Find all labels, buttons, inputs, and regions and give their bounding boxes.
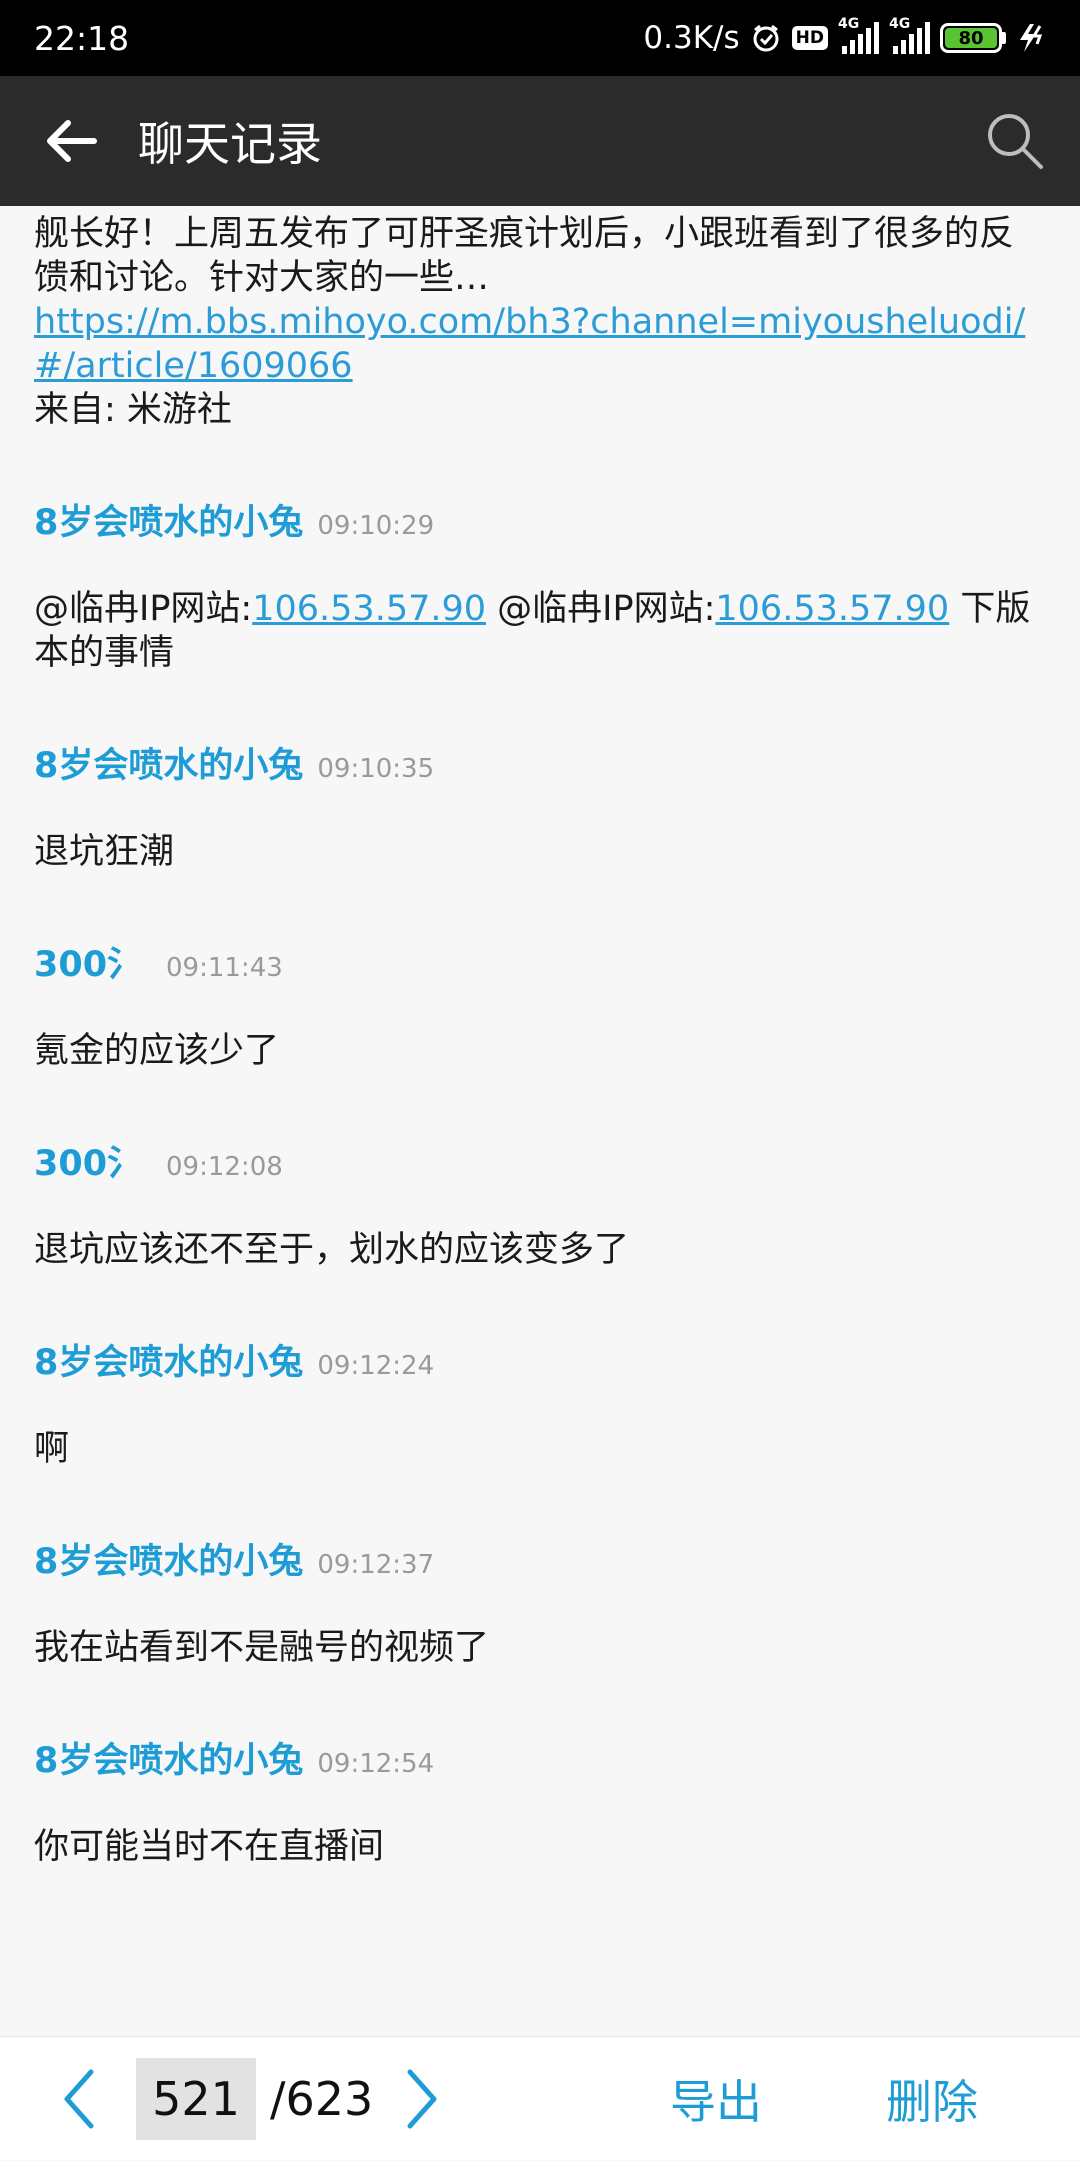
message-time: 09:12:08 <box>166 1152 283 1182</box>
message-item: 8岁会喷水的小兔 09:12:37 我在站看到不是融号的视频了 <box>34 1533 1046 1670</box>
message-text: 退坑狂潮 <box>34 832 175 872</box>
message-time: 09:12:37 <box>317 1550 435 1580</box>
sender-name[interactable]: 8岁会喷水的小兔 <box>34 1732 303 1783</box>
message-text: 我在站看到不是融号的视频了 <box>34 1628 490 1668</box>
next-page-button[interactable] <box>379 2037 465 2161</box>
delete-button[interactable]: 删除 <box>886 2066 978 2132</box>
sender-name[interactable]: 8岁会喷水的小兔 <box>34 1334 303 1385</box>
hd-badge: HD <box>791 26 828 50</box>
message-text: 舰长好！上周五发布了可肝圣痕计划后，小跟班看到了很多的反馈和讨论。针对大家的一些… <box>34 214 1015 298</box>
sender-name[interactable]: 8岁会喷水的小兔 <box>34 1533 303 1584</box>
page-total: /623 <box>270 2071 374 2126</box>
sender-name[interactable]: 300氵 <box>34 936 152 987</box>
chevron-left-icon <box>64 2069 94 2128</box>
message-text: @临冉IP网站:106.53.57.90 @临冉IP网站:106.53.57.9… <box>34 587 1046 675</box>
message-text: 你可能当时不在直播间 <box>34 1827 385 1867</box>
pagination-bar: 521 /623 导出 删除 <box>0 2036 1080 2160</box>
message-time: 09:10:35 <box>317 754 435 784</box>
message-link[interactable]: 106.53.57.90 <box>252 589 486 629</box>
sender-name[interactable]: 8岁会喷水的小兔 <box>34 494 303 545</box>
charging-icon <box>1016 22 1046 54</box>
prev-page-button[interactable] <box>36 2037 122 2161</box>
signal-icon: 4G <box>889 16 930 54</box>
message-item: 8岁会喷水的小兔 09:12:54 你可能当时不在直播间 <box>34 1732 1046 1869</box>
message-time: 09:12:24 <box>317 1351 435 1381</box>
chat-history-list[interactable]: 舰长好！上周五发布了可肝圣痕计划后，小跟班看到了很多的反馈和讨论。针对大家的一些… <box>0 206 1080 2036</box>
page-number-input[interactable]: 521 <box>136 2057 256 2140</box>
sender-name[interactable]: 300氵 <box>34 1135 152 1186</box>
mention-text: @临冉IP网站: <box>486 589 716 629</box>
network-type-label: 4G <box>838 16 860 32</box>
status-time: 22:18 <box>34 18 130 58</box>
message-link[interactable]: 106.53.57.90 <box>715 589 949 629</box>
back-button[interactable] <box>0 76 140 206</box>
message-item: 300氵 09:11:43 氪金的应该少了 <box>34 936 1046 1073</box>
message-item: 8岁会喷水的小兔 09:12:24 啊 <box>34 1334 1046 1471</box>
app-header: 聊天记录 <box>0 76 1080 206</box>
network-type-label: 4G <box>889 16 911 32</box>
message-time: 09:12:54 <box>317 1749 435 1779</box>
message-source: 来自: 米游社 <box>34 390 232 430</box>
message-text: 氪金的应该少了 <box>34 1031 280 1071</box>
signal-icon: 4G <box>838 16 879 54</box>
battery-icon: 80 <box>940 23 1006 53</box>
export-button[interactable]: 导出 <box>670 2066 762 2132</box>
battery-level: 80 <box>945 28 997 49</box>
message-time: 09:11:43 <box>166 953 283 983</box>
message-text: 退坑应该还不至于，划水的应该变多了 <box>34 1230 630 1270</box>
sender-name[interactable]: 8岁会喷水的小兔 <box>34 737 303 788</box>
message-item: 8岁会喷水的小兔 09:10:29 @临冉IP网站:106.53.57.90 @… <box>34 494 1046 675</box>
chevron-right-icon <box>407 2069 437 2128</box>
page-title: 聊天记录 <box>138 117 322 171</box>
message-time: 09:10:29 <box>317 511 435 541</box>
alarm-icon <box>750 22 782 54</box>
message-item: 300氵 09:12:08 退坑应该还不至于，划水的应该变多了 <box>34 1135 1046 1272</box>
status-bar: 22:18 0.3K/s HD 4G 4G 80 <box>0 0 1080 76</box>
mention-text: @临冉IP网站: <box>34 589 253 629</box>
message-item: 8岁会喷水的小兔 09:10:35 退坑狂潮 <box>34 737 1046 874</box>
message-link[interactable]: https://m.bbs.mihoyo.com/bh3?channel=miy… <box>34 302 1025 386</box>
message-item: 舰长好！上周五发布了可肝圣痕计划后，小跟班看到了很多的反馈和讨论。针对大家的一些… <box>34 212 1046 432</box>
message-text: 啊 <box>34 1429 70 1469</box>
net-speed: 0.3K/s <box>643 20 740 56</box>
search-button[interactable] <box>950 76 1080 206</box>
search-icon <box>988 114 1043 169</box>
back-arrow-icon <box>47 120 97 162</box>
status-indicators: 0.3K/s HD 4G 4G 80 <box>643 16 1046 56</box>
